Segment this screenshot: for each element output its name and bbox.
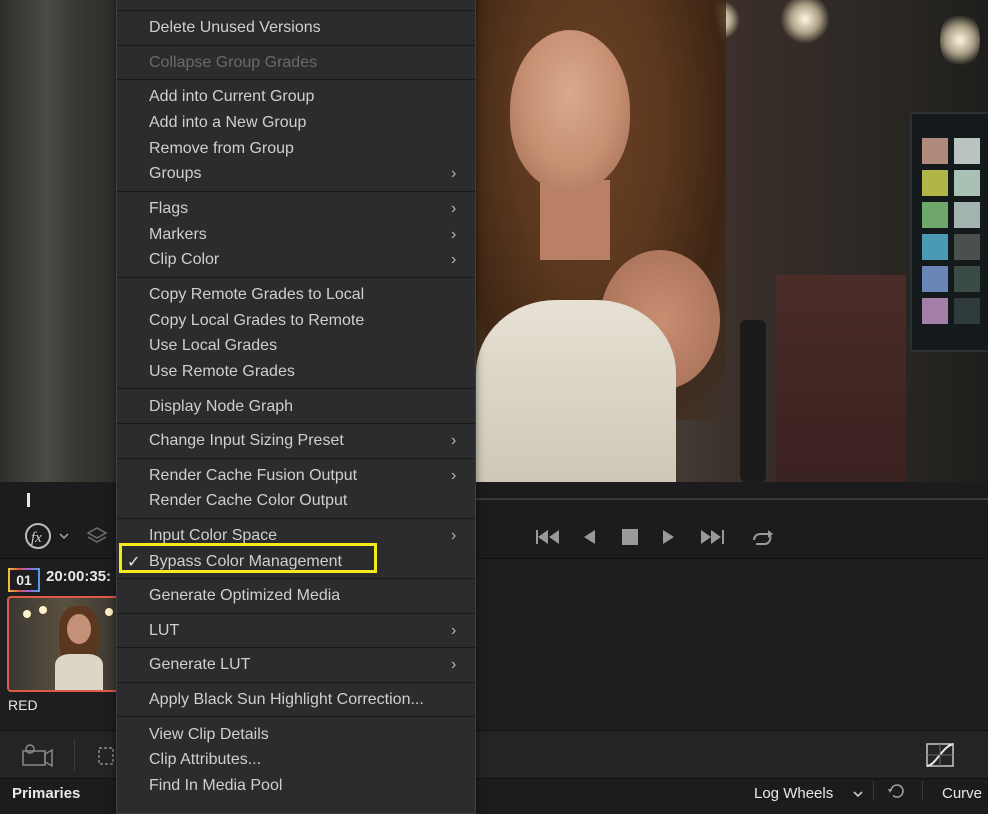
menu-item-clip-attributes[interactable]: Clip Attributes... [149, 748, 261, 772]
menu-item-use-local-grades[interactable]: Use Local Grades [149, 334, 277, 358]
context-menu: Delete Unused Versions Collapse Group Gr… [116, 0, 476, 814]
submenu-chevron-icon: › [451, 432, 457, 449]
clip-thumbnail[interactable] [7, 596, 123, 692]
menu-item-collapse-group-grades: Collapse Group Grades [149, 54, 318, 71]
light-bulb [780, 0, 830, 44]
submenu-chevron-icon: › [451, 656, 457, 673]
menu-item-delete-unused-versions[interactable]: Delete Unused Versions [149, 16, 321, 40]
submenu-chevron-icon: › [451, 165, 457, 182]
menu-item-find-in-media-pool[interactable]: Find In Media Pool [149, 774, 282, 798]
play-icon[interactable] [660, 526, 678, 548]
menu-item-display-node-graph[interactable]: Display Node Graph [149, 395, 293, 419]
menu-item-groups[interactable]: Groups [149, 162, 201, 186]
menu-item-add-into-new-group[interactable]: Add into a New Group [149, 111, 306, 135]
submenu-chevron-icon: › [451, 251, 457, 268]
menu-item-use-remote-grades[interactable]: Use Remote Grades [149, 360, 295, 384]
submenu-chevron-icon: › [451, 226, 457, 243]
menu-item-copy-remote-grades-to-local[interactable]: Copy Remote Grades to Local [149, 283, 364, 307]
submenu-chevron-icon: › [451, 200, 457, 217]
menu-item-remove-from-group[interactable]: Remove from Group [149, 137, 294, 161]
clip-label: RED [8, 697, 38, 713]
fx-icon[interactable]: fx [24, 522, 52, 549]
highlight-box [119, 543, 377, 573]
menu-item-markers[interactable]: Markers [149, 223, 207, 247]
menu-item-view-clip-details[interactable]: View Clip Details [149, 723, 269, 747]
chevron-down-icon[interactable] [58, 528, 70, 550]
menu-item-lut[interactable]: LUT [149, 619, 179, 643]
scrubber-track[interactable] [476, 498, 988, 500]
menu-item-generate-optimized-media[interactable]: Generate Optimized Media [149, 584, 340, 608]
menu-item-generate-lut[interactable]: Generate LUT [149, 653, 250, 677]
background-wall [0, 0, 120, 482]
curves-icon[interactable] [924, 741, 956, 774]
menu-item-change-input-sizing-preset[interactable]: Change Input Sizing Preset [149, 429, 344, 453]
color-checker-chart [910, 112, 988, 352]
stop-icon[interactable] [620, 526, 640, 548]
clip-timecode: 20:00:35: [46, 568, 112, 585]
tab-primaries[interactable]: Primaries [12, 785, 80, 802]
submenu-chevron-icon: › [451, 622, 457, 639]
playhead[interactable] [27, 493, 30, 507]
menu-item-copy-local-grades-to-remote[interactable]: Copy Local Grades to Remote [149, 309, 364, 333]
play-reverse-icon[interactable] [580, 526, 598, 548]
camera-raw-icon[interactable] [20, 743, 54, 774]
light-bulb [940, 10, 980, 70]
log-wheels-dropdown[interactable]: Log Wheels [754, 785, 833, 802]
loop-icon[interactable] [748, 526, 776, 548]
subject-neck [540, 180, 610, 260]
chevron-down-icon[interactable] [852, 787, 864, 804]
subject-dress [476, 300, 676, 482]
layers-icon[interactable] [86, 526, 108, 548]
chair [740, 320, 766, 482]
background-furniture [776, 275, 906, 482]
tab-curves[interactable]: Curve [942, 785, 982, 802]
menu-item-render-cache-color-output[interactable]: Render Cache Color Output [149, 489, 347, 513]
submenu-chevron-icon: › [451, 467, 457, 484]
svg-text:fx: fx [31, 530, 42, 546]
menu-item-apply-black-sun-highlight-correction[interactable]: Apply Black Sun Highlight Correction... [149, 688, 424, 712]
menu-item-flags[interactable]: Flags [149, 197, 188, 221]
grid-select-icon[interactable] [96, 745, 116, 772]
menu-item-clip-color[interactable]: Clip Color [149, 248, 219, 272]
menu-item-render-cache-fusion-output[interactable]: Render Cache Fusion Output [149, 464, 357, 488]
submenu-chevron-icon: › [451, 527, 457, 544]
skip-to-start-icon[interactable] [534, 526, 562, 548]
subject-face [510, 30, 630, 190]
skip-to-end-icon[interactable] [698, 526, 726, 548]
menu-item-add-into-current-group[interactable]: Add into Current Group [149, 85, 314, 109]
reset-icon[interactable] [886, 783, 906, 803]
clip-number-badge: 01 [8, 568, 40, 592]
